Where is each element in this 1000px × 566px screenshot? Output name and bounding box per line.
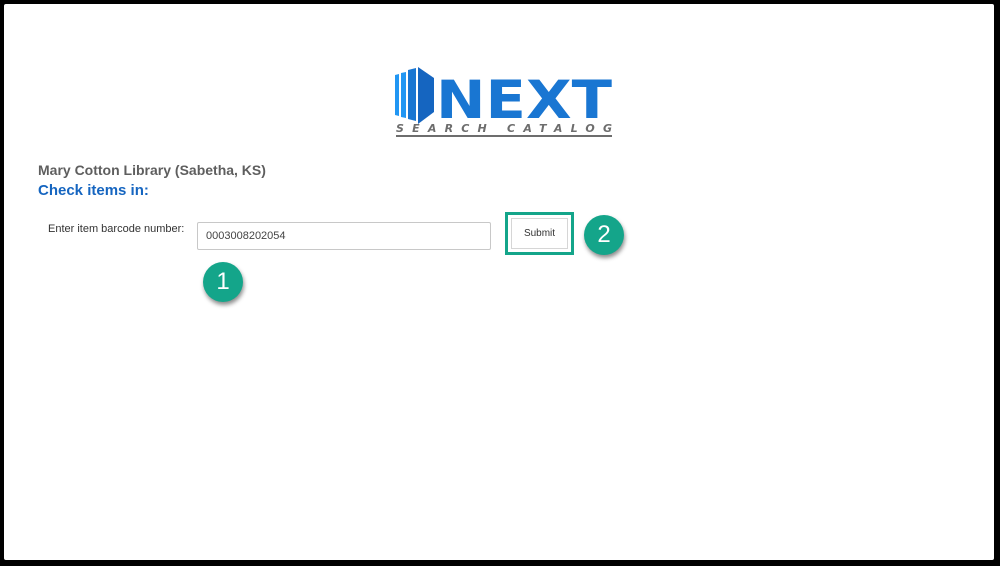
barcode-label: Enter item barcode number:: [48, 223, 185, 235]
page-heading: Check items in:: [38, 182, 149, 199]
step-2-badge: 2: [584, 215, 624, 255]
next-search-catalog-logo: NEXT SEARCH CATALOG: [395, 67, 612, 137]
book-icon: [395, 67, 434, 124]
step-1-badge: 1: [203, 262, 243, 302]
page-frame: NEXT SEARCH CATALOG Mary Cotton Library …: [4, 4, 994, 560]
submit-button[interactable]: Submit: [511, 218, 568, 249]
barcode-input[interactable]: [197, 222, 491, 250]
library-name: Mary Cotton Library (Sabetha, KS): [38, 162, 266, 178]
